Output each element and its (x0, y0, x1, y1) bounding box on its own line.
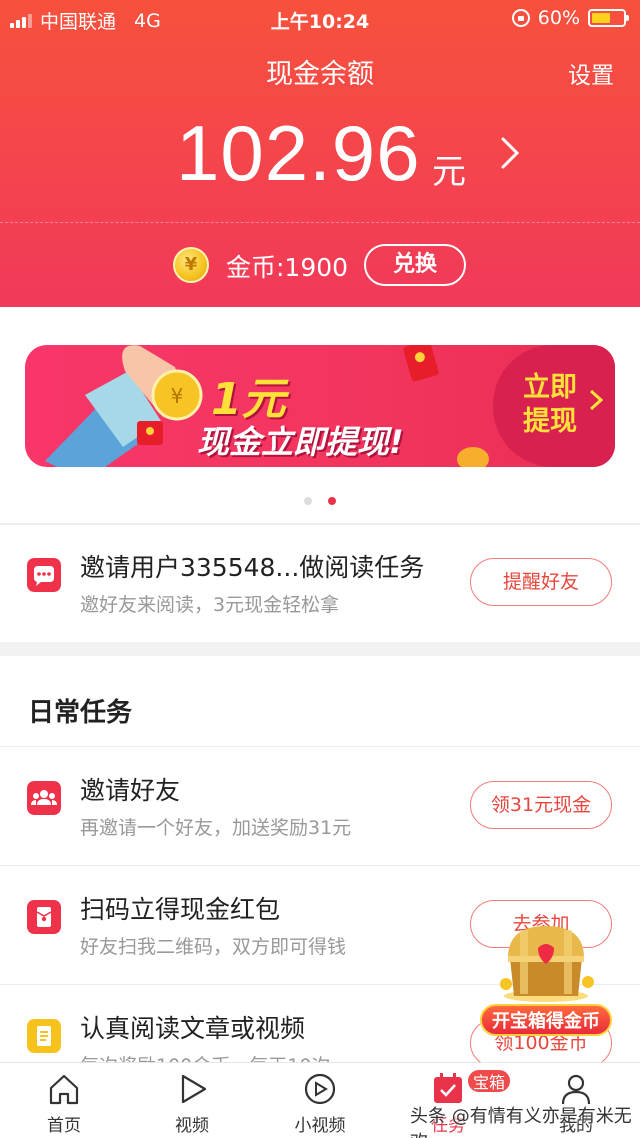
exchange-button[interactable]: 兑换 (364, 244, 466, 286)
balance-unit: 元 (432, 152, 466, 192)
invite-task-card: 邀请用户335548...做阅读任务 邀好友来阅读，3元现金轻松拿 提醒好友 (0, 524, 640, 642)
carousel-dots (0, 497, 640, 505)
red-envelope-icon (403, 345, 439, 382)
status-right: 60% (511, 7, 629, 29)
status-bar: 中国联通 4G 上午10:24 60% (0, 0, 640, 36)
task-title: 邀请用户335548...做阅读任务 (80, 553, 425, 582)
banner-carousel: ¥ 1元 现金立即提现! 立即提现 (0, 307, 640, 523)
tab-label: 首页 (47, 1116, 81, 1136)
home-icon (49, 1074, 79, 1105)
list-item[interactable]: 邀请好友 再邀请一个好友，加送奖励31元 领31元现金 (0, 747, 640, 865)
withdraw-banner[interactable]: ¥ 1元 现金立即提现! 立即提现 (25, 345, 615, 467)
watermark: 头条 @有情有义亦是有米无欢 (410, 1106, 632, 1138)
hand-coin-symbol: ¥ (171, 384, 184, 408)
coin-row: ¥ 金币:1900 兑换 (0, 244, 640, 286)
carousel-dot[interactable] (304, 497, 312, 505)
gold-coin-icon: ¥ (173, 247, 209, 283)
task-title: 邀请好友 (80, 776, 181, 805)
claim-cash-button[interactable]: 领31元现金 (470, 781, 612, 829)
play-icon (181, 1074, 207, 1104)
tab-video[interactable]: 视频 (147, 1063, 237, 1138)
coin-decoration-icon (457, 447, 489, 467)
tab-label: 视频 (175, 1116, 209, 1136)
treasure-chest-icon (500, 926, 594, 1002)
balance-row[interactable]: 102.96 元 (0, 108, 640, 198)
banner-cta[interactable]: 立即提现 (523, 371, 587, 439)
treasure-label: 开宝箱得金币 (480, 1004, 612, 1036)
tab-label: 小视频 (294, 1116, 346, 1136)
battery-level (592, 13, 610, 23)
page-title: 现金余额 (266, 59, 374, 90)
tab-home[interactable]: 首页 (19, 1063, 109, 1138)
red-envelope-icon (27, 900, 61, 934)
banner-subline: 现金立即提现! (197, 423, 404, 461)
task-subtitle: 好友扫我二维码，双方即可得钱 (80, 936, 347, 958)
balance-amount: 102.96 (176, 109, 421, 197)
chevron-right-icon (589, 389, 604, 417)
battery-icon (588, 9, 629, 27)
task-title: 认真阅读文章或视频 (80, 1014, 306, 1043)
treasure-badge: 宝箱 (466, 1068, 512, 1094)
settings-button[interactable]: 设置 (568, 56, 614, 90)
rotation-lock-icon (511, 9, 530, 27)
red-envelope-icon (137, 421, 163, 445)
coin-balance: 金币:1900 (226, 253, 349, 282)
chat-bubble-icon (27, 558, 61, 592)
tab-short-video[interactable]: 小视频 (275, 1063, 365, 1138)
remind-friends-button[interactable]: 提醒好友 (470, 558, 612, 606)
section-title: 日常任务 (28, 698, 133, 728)
carousel-dot-active[interactable] (328, 497, 336, 505)
short-video-icon (304, 1073, 336, 1105)
hand-coin-icon: ¥ (45, 345, 203, 467)
document-icon (27, 1019, 61, 1053)
treasure-chest-button[interactable]: 开宝箱得金币 (476, 918, 616, 1036)
task-title: 扫码立得现金红包 (80, 895, 281, 924)
dashed-divider (0, 222, 640, 223)
list-item[interactable]: 邀请用户335548...做阅读任务 邀好友来阅读，3元现金轻松拿 提醒好友 (0, 524, 640, 642)
battery-percent: 60% (537, 7, 580, 29)
task-subtitle: 再邀请一个好友，加送奖励31元 (80, 817, 352, 839)
task-subtitle: 邀好友来阅读，3元现金轻松拿 (80, 594, 340, 616)
chevron-right-icon[interactable] (500, 136, 520, 179)
users-icon (27, 781, 61, 815)
cash-balance-header: 中国联通 4G 上午10:24 60% 现金余额 设置 102.96 元 ¥ 金… (0, 0, 640, 307)
